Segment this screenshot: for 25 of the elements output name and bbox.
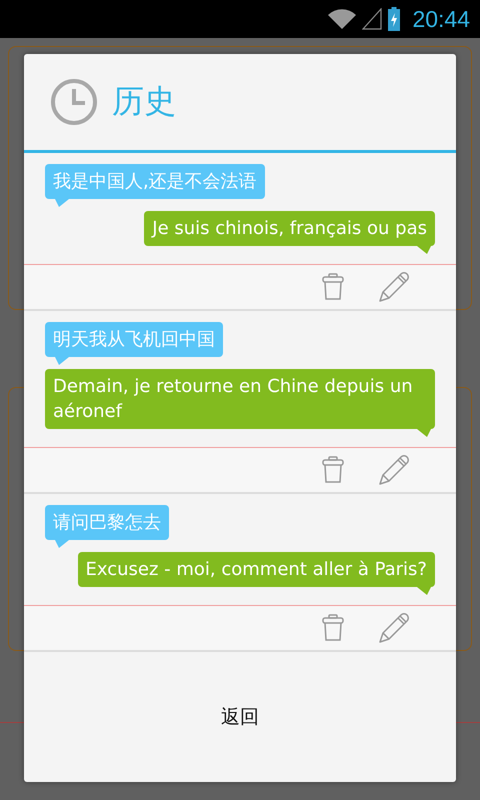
source-bubble: 我是中国人,还是不会法语 xyxy=(45,164,265,199)
source-bubble: 请问巴黎怎去 xyxy=(45,505,169,540)
trash-icon[interactable] xyxy=(322,614,344,642)
pencil-icon[interactable] xyxy=(378,612,410,644)
bubble-tail-icon xyxy=(417,246,431,254)
clock-time: 20:44 xyxy=(412,6,470,32)
translation-bubble: Demain, je retourne en Chine depuis un aéronef xyxy=(45,369,435,429)
back-button[interactable]: 返回 xyxy=(191,694,289,740)
source-bubble: 明天我从飞机回中国 xyxy=(45,322,223,357)
bubble-tail-icon xyxy=(55,540,69,548)
wifi-icon xyxy=(328,8,356,30)
trash-icon[interactable] xyxy=(322,456,344,484)
bubble-tail-icon xyxy=(417,429,431,437)
dialog-title: 历史 xyxy=(112,81,176,122)
bubble-tail-icon xyxy=(55,357,69,365)
translation-bubble: Excusez - moi, comment aller à Paris? xyxy=(78,552,435,587)
bubble-tail-icon xyxy=(417,587,431,595)
clock-icon xyxy=(50,78,98,126)
translation-bubble: Je suis chinois, français ou pas xyxy=(144,211,435,246)
pencil-icon[interactable] xyxy=(378,454,410,486)
pencil-icon[interactable] xyxy=(378,271,410,303)
battery-icon xyxy=(388,7,400,31)
bubble-tail-icon xyxy=(55,199,69,207)
trash-icon[interactable] xyxy=(322,273,344,301)
signal-icon xyxy=(362,8,382,30)
